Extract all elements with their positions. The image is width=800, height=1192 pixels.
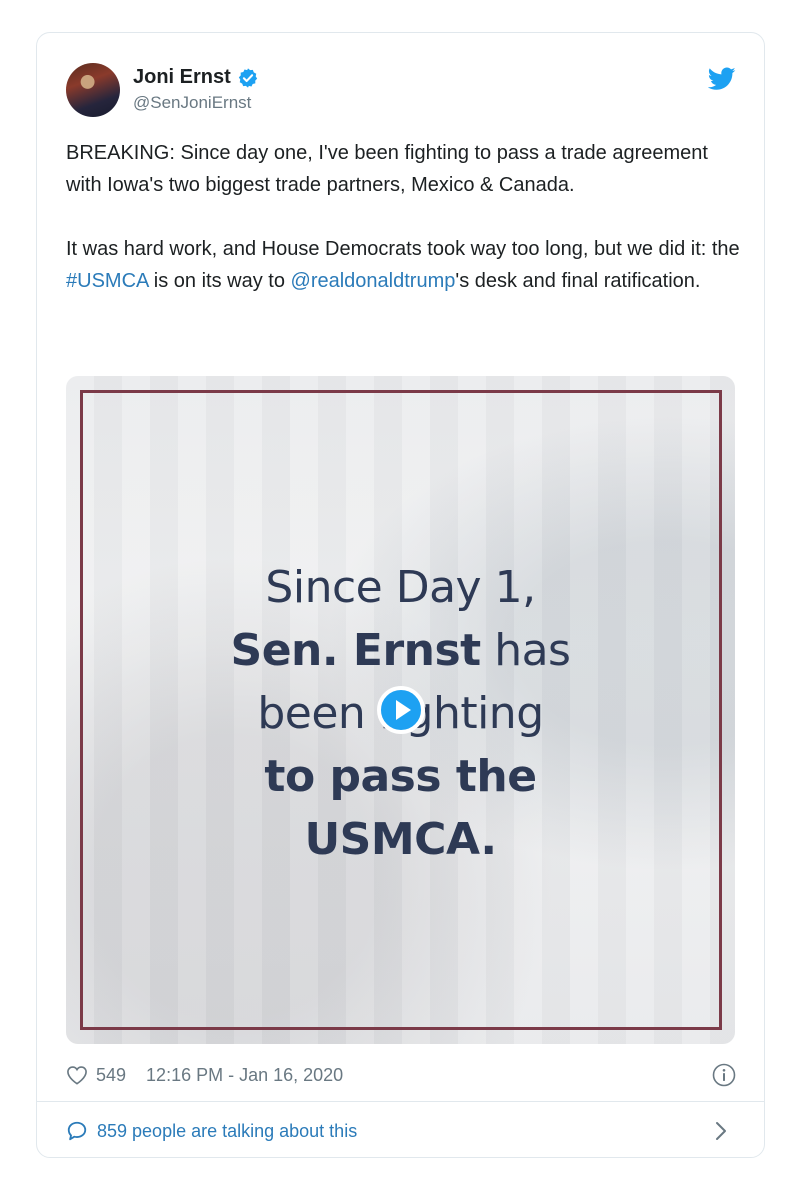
- tweet-paragraph-2: It was hard work, and House Democrats to…: [66, 233, 746, 297]
- conversation-link[interactable]: 859 people are talking about this: [66, 1117, 736, 1145]
- caption-line-5: USMCA.: [304, 814, 497, 865]
- tweet-text: BREAKING: Since day one, I've been fight…: [66, 137, 746, 329]
- caption-bold: Sen. Ernst: [230, 625, 482, 676]
- divider: [37, 1101, 764, 1102]
- name-row: Joni Ernst: [133, 66, 259, 89]
- hashtag-link[interactable]: #USMCA: [66, 270, 148, 292]
- tweet-header: Joni Ernst @SenJoniErnst: [66, 63, 736, 119]
- chevron-right-icon[interactable]: [714, 1121, 728, 1141]
- mention-link[interactable]: @realdonaldtrump: [291, 270, 456, 292]
- twitter-bird-icon[interactable]: [708, 67, 736, 91]
- caption-line-4: to pass the: [264, 751, 537, 802]
- verified-badge-icon: [238, 67, 257, 88]
- talking-count[interactable]: 859 people are talking about this: [97, 1121, 357, 1142]
- tweet-paragraph-1: BREAKING: Since day one, I've been fight…: [66, 142, 708, 196]
- avatar[interactable]: [66, 63, 120, 117]
- info-icon[interactable]: [712, 1063, 736, 1087]
- caption-line-1: Since Day 1,: [265, 562, 536, 613]
- author-name[interactable]: Joni Ernst: [133, 66, 231, 89]
- caption-rest: has: [480, 625, 571, 676]
- play-icon: [395, 700, 411, 720]
- tweet-card: Joni Ernst @SenJoniErnst BREAKING: Since…: [36, 32, 765, 1158]
- tweet-meta: 549 12:16 PM - Jan 16, 2020: [66, 1063, 736, 1087]
- video-player[interactable]: Since Day 1, Sen. Ernst has been fightin…: [66, 376, 735, 1044]
- author-block: Joni Ernst @SenJoniErnst: [133, 66, 259, 113]
- tweet-text-segment: is on its way to: [148, 270, 291, 292]
- heart-icon[interactable]: [66, 1065, 88, 1085]
- caption-line-2: Sen. Ernst has: [66, 619, 735, 682]
- like-count[interactable]: 549: [96, 1065, 126, 1086]
- tweet-timestamp[interactable]: 12:16 PM - Jan 16, 2020: [146, 1065, 343, 1086]
- tweet-text-segment: 's desk and final ratification.: [455, 270, 701, 292]
- tweet-text-segment: It was hard work, and House Democrats to…: [66, 238, 740, 260]
- author-handle[interactable]: @SenJoniErnst: [133, 93, 259, 113]
- speech-bubble-icon: [67, 1121, 87, 1141]
- play-button[interactable]: [377, 686, 425, 734]
